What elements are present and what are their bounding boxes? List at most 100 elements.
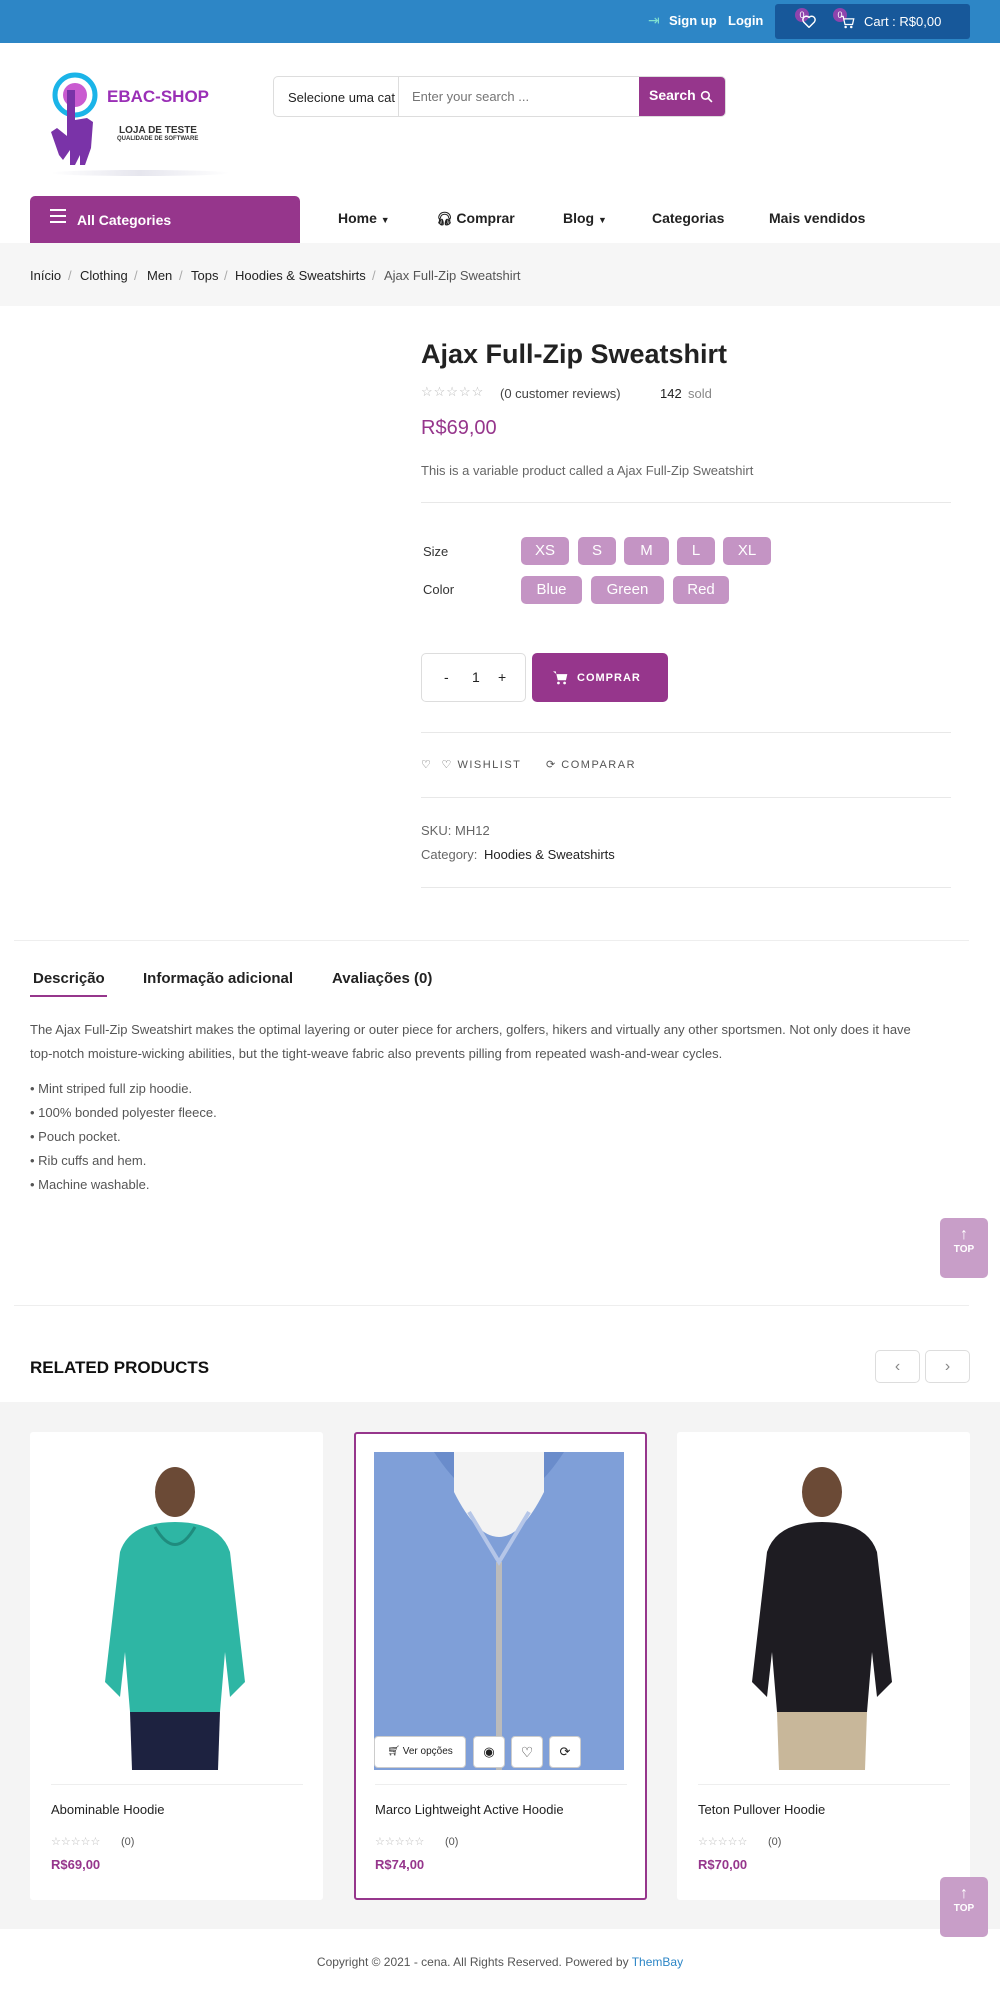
product-price: R$69,00 [421, 417, 497, 439]
back-to-top-button[interactable]: ↑ TOP [940, 1877, 988, 1937]
divider [375, 1784, 627, 1785]
breadcrumb-clothing[interactable]: Clothing [80, 268, 128, 283]
quantity-stepper: - 1 + [421, 653, 526, 702]
nav-mais-vendidos[interactable]: Mais vendidos [769, 210, 865, 226]
product-card[interactable]: 🛒︎ Ver opções ◉ ♡ ⟳ Marco Lightweight Ac… [354, 1432, 647, 1900]
search-input[interactable] [402, 77, 632, 116]
product-name[interactable]: Marco Lightweight Active Hoodie [375, 1802, 564, 1817]
site-logo[interactable]: EBAC-SHOP LOJA DE TESTE QUALIDADE DE SOF… [45, 70, 235, 178]
arrow-up-icon: ↑ [960, 1226, 968, 1243]
back-to-top-label: TOP [953, 1244, 975, 1255]
all-categories-button[interactable]: All Categories [30, 196, 300, 243]
logo-hand-icon [51, 72, 98, 165]
product-image[interactable] [697, 1452, 947, 1770]
quantity-plus-button[interactable]: + [498, 669, 506, 685]
section-divider [14, 1305, 969, 1306]
signup-link[interactable]: Sign up [669, 13, 717, 28]
add-to-cart-button[interactable]: COMPRAR [532, 653, 668, 702]
size-label: Size [423, 544, 449, 559]
color-option-green[interactable]: Green [591, 576, 664, 604]
breadcrumb-current: Ajax Full-Zip Sweatshirt [384, 268, 521, 283]
breadcrumb-separator: / [68, 268, 72, 283]
wishlist-button[interactable]: ♡ [511, 1736, 543, 1768]
tab-descricao[interactable]: Descrição [33, 970, 105, 987]
product-card[interactable]: Teton Pullover Hoodie ☆☆☆☆☆ (0) R$70,00 [677, 1432, 970, 1900]
list-item: • 100% bonded polyester fleece. [30, 1105, 217, 1120]
active-tab-indicator [30, 995, 107, 997]
size-option-m[interactable]: M [624, 537, 669, 565]
review-count: (0) [768, 1836, 782, 1848]
product-name[interactable]: Teton Pullover Hoodie [698, 1802, 825, 1817]
product-price: R$69,00 [51, 1857, 101, 1872]
themebay-link[interactable]: ThemBay [632, 1955, 683, 1969]
compare-link[interactable]: ⟳ COMPARAR [546, 758, 636, 771]
sku-value: MH12 [455, 823, 490, 838]
color-option-blue[interactable]: Blue [521, 576, 582, 604]
review-count: (0) [121, 1836, 135, 1848]
size-option-xs[interactable]: XS [521, 537, 569, 565]
heart-icon[interactable] [802, 15, 816, 28]
quantity-minus-button[interactable]: - [444, 669, 449, 685]
nav-categorias[interactable]: Categorias [652, 210, 724, 226]
signup-icon[interactable]: ⇥ [648, 12, 660, 29]
product-image[interactable] [50, 1452, 300, 1770]
nav-home[interactable]: Home ▼ [338, 210, 390, 226]
category-select[interactable]: Selecione uma cat [274, 77, 399, 116]
rating-stars: ☆☆☆☆☆ [698, 1836, 748, 1848]
carousel-prev-button[interactable]: ‹ [875, 1350, 920, 1383]
logo-line2: QUALIDADE DE SOFTWARE [117, 136, 199, 142]
eye-icon: ◉ [483, 1744, 495, 1759]
divider [51, 1784, 303, 1785]
breadcrumb-men[interactable]: Men [147, 268, 172, 283]
quantity-value[interactable]: 1 [472, 669, 480, 685]
menu-icon [50, 209, 66, 223]
caret-down-icon: ▼ [380, 215, 390, 225]
list-item: • Rib cuffs and hem. [30, 1153, 147, 1168]
tab-informacao-adicional[interactable]: Informação adicional [143, 970, 293, 987]
color-option-red[interactable]: Red [673, 576, 729, 604]
nav-comprar[interactable]: 🎧︎ Comprar [436, 210, 515, 227]
product-price: R$74,00 [375, 1857, 425, 1872]
quick-view-button[interactable]: ◉ [473, 1736, 505, 1768]
cart-button[interactable]: 0 0 Cart : R$0,00 [775, 4, 970, 39]
size-option-xl[interactable]: XL [723, 537, 771, 565]
search-bar: Selecione uma cat Search [273, 76, 726, 117]
ver-opcoes-button[interactable]: 🛒︎ Ver opções [374, 1736, 466, 1768]
nav-comprar-label: Comprar [456, 210, 515, 226]
breadcrumb-separator: / [179, 268, 183, 283]
breadcrumb-tops[interactable]: Tops [191, 268, 218, 283]
back-to-top-button[interactable]: ↑ TOP [940, 1218, 988, 1278]
ver-opcoes-label: Ver opções [402, 1746, 453, 1757]
nav-blog-label: Blog [563, 210, 595, 226]
product-price: R$70,00 [698, 1857, 748, 1872]
product-card[interactable]: Abominable Hoodie ☆☆☆☆☆ (0) R$69,00 [30, 1432, 323, 1900]
category-link[interactable]: Hoodies & Sweatshirts [484, 847, 615, 862]
cart-icon [840, 15, 855, 29]
sold-count: 142 [660, 386, 682, 401]
breadcrumb-inicio[interactable]: Início [30, 268, 61, 283]
cart-total: Cart : R$0,00 [864, 14, 942, 29]
wishlist-link[interactable]: ♡ ♡ WISHLIST [421, 758, 521, 771]
review-count-link[interactable]: (0 customer reviews) [500, 386, 621, 401]
nav-home-label: Home [338, 210, 377, 226]
compare-button[interactable]: ⟳ [549, 1736, 581, 1768]
product-name[interactable]: Abominable Hoodie [51, 1802, 164, 1817]
review-count: (0) [445, 1836, 459, 1848]
size-option-l[interactable]: L [677, 537, 715, 565]
list-item: • Mint striped full zip hoodie. [30, 1081, 193, 1096]
sku-label: SKU: [421, 823, 452, 838]
nav-blog[interactable]: Blog ▼ [563, 210, 607, 226]
back-to-top-label: TOP [953, 1903, 975, 1914]
wishlist-label: WISHLIST [457, 759, 522, 771]
divider [421, 797, 951, 798]
breadcrumb-hoodies[interactable]: Hoodies & Sweatshirts [235, 268, 366, 283]
tab-avaliacoes[interactable]: Avaliações (0) [332, 970, 432, 987]
compare-label: COMPARAR [561, 759, 637, 771]
breadcrumb-separator: / [224, 268, 228, 283]
login-link[interactable]: Login [728, 13, 763, 28]
carousel-next-button[interactable]: › [925, 1350, 970, 1383]
color-label: Color [423, 582, 455, 597]
product-image[interactable] [374, 1452, 624, 1770]
search-button[interactable]: Search [639, 77, 725, 116]
size-option-s[interactable]: S [578, 537, 616, 565]
